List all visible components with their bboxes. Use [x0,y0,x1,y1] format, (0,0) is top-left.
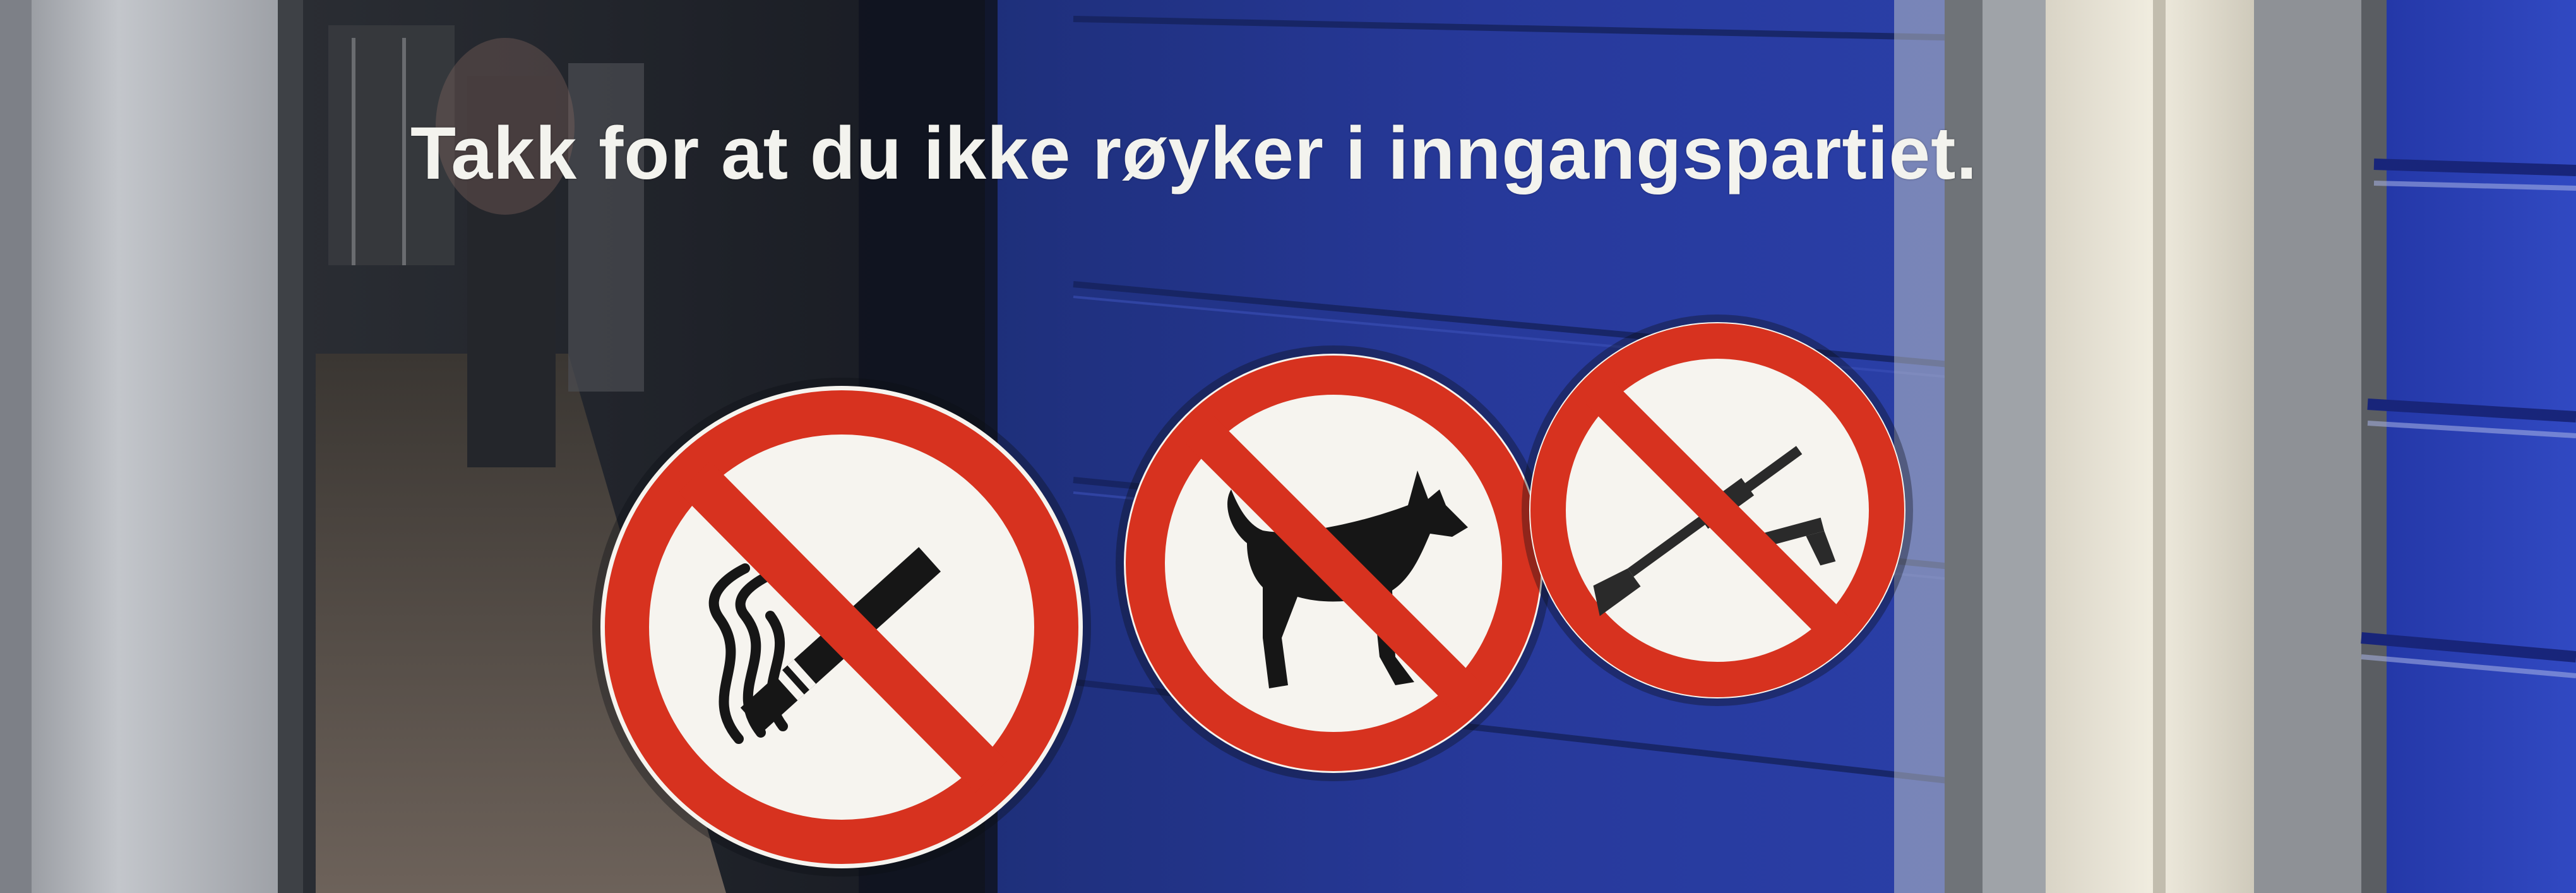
caption-text: Takk for at du ikke røyker i inngangspar… [410,112,1978,195]
